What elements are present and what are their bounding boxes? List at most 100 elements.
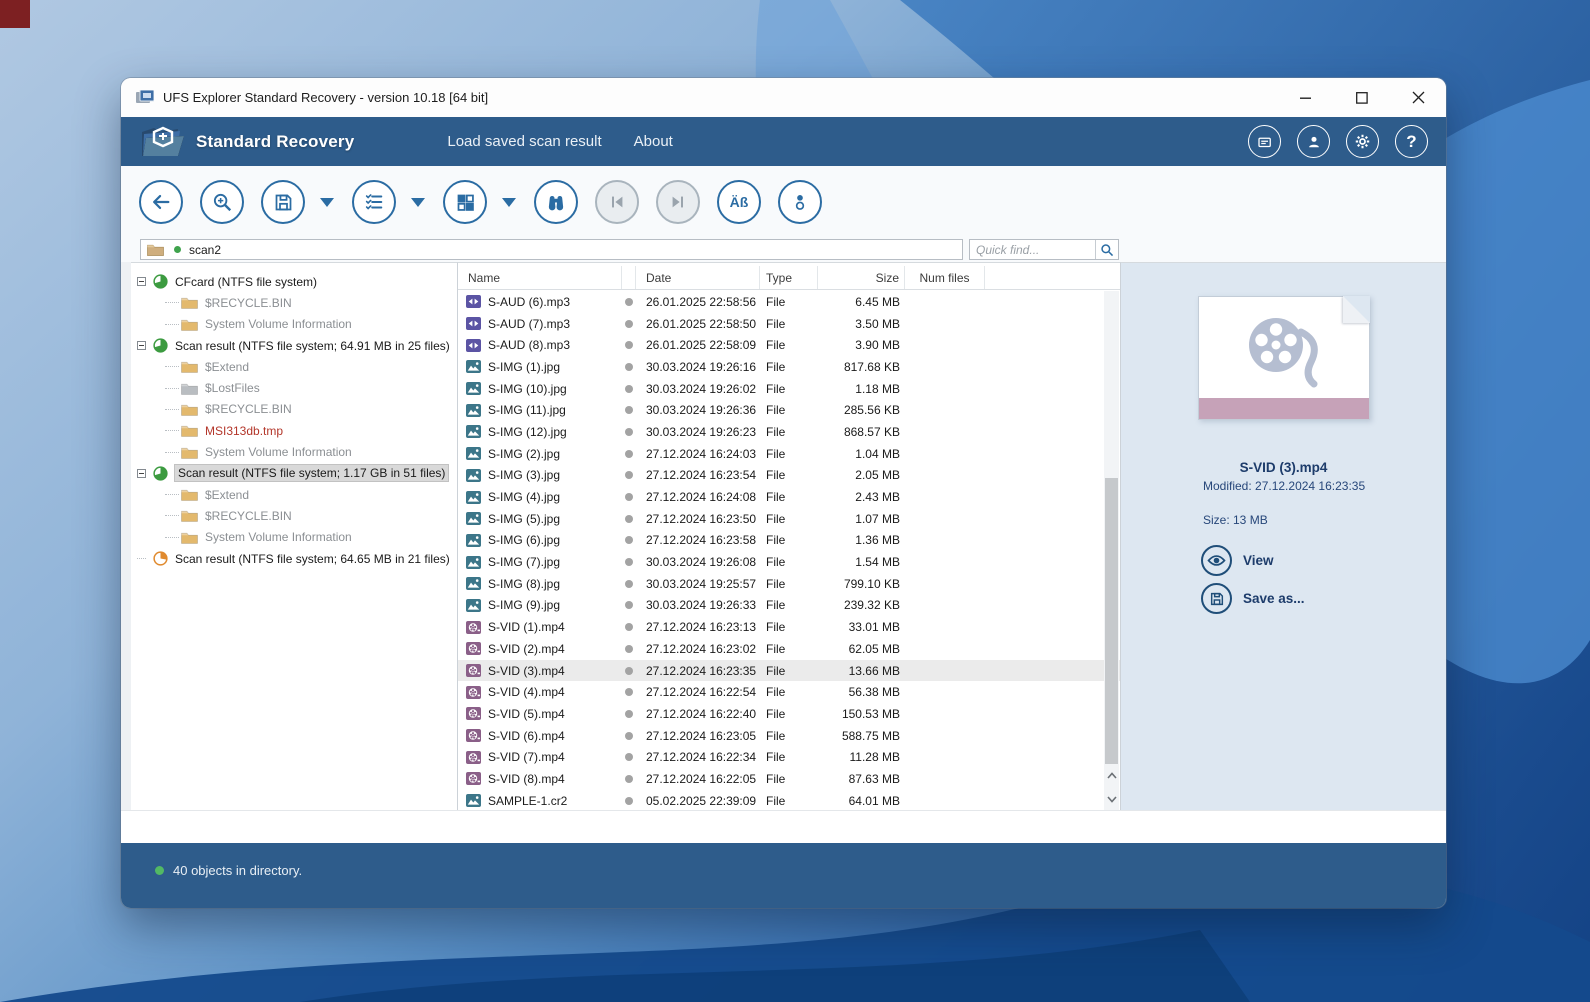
img-file-icon — [466, 598, 481, 612]
status-message: 40 objects in directory. — [155, 863, 302, 878]
table-row[interactable]: S-IMG (1).jpg 30.03.2024 19:26:16 File 817.… — [458, 356, 1120, 378]
tree-item[interactable]: $RECYCLE.BIN — [131, 505, 457, 526]
table-row[interactable]: S-AUD (7).mp3 26.01.2025 22:58:50 File 3.50… — [458, 313, 1120, 335]
column-header-status[interactable] — [622, 266, 636, 289]
menu-load-saved-scan-result[interactable]: Load saved scan result — [447, 133, 601, 150]
file-num-files — [905, 638, 985, 660]
help-icon[interactable]: ? — [1395, 125, 1428, 158]
tree-item[interactable]: CFcard (NTFS file system) — [131, 271, 457, 292]
quick-find-input[interactable] — [970, 242, 1095, 257]
find-button[interactable] — [534, 180, 578, 224]
table-row[interactable]: S-IMG (11).jpg 30.03.2024 19:26:36 File 285… — [458, 399, 1120, 421]
tree-item[interactable]: System Volume Information — [131, 441, 457, 462]
quick-find-search-button[interactable] — [1095, 240, 1118, 259]
magnifier-plus-icon — [213, 193, 232, 212]
table-row[interactable]: S-VID (5).mp4 27.12.2024 16:22:40 File 150.… — [458, 703, 1120, 725]
settings-gear-icon[interactable] — [1346, 125, 1379, 158]
view-action[interactable]: View — [1121, 545, 1446, 576]
tree-item[interactable]: Scan result (NTFS file system; 1.17 GB i… — [131, 463, 457, 484]
previous-button[interactable] — [595, 180, 639, 224]
file-type: File — [766, 598, 786, 613]
back-button[interactable] — [139, 180, 183, 224]
file-date: 27.12.2024 16:22:54 — [646, 685, 757, 700]
user-icon[interactable] — [1297, 125, 1330, 158]
table-row[interactable]: S-IMG (8).jpg 30.03.2024 19:25:57 File 799.… — [458, 573, 1120, 595]
table-row[interactable]: S-VID (4).mp4 27.12.2024 16:22:54 File 56.3… — [458, 681, 1120, 703]
vertical-scrollbar[interactable] — [1104, 291, 1119, 810]
view-options-dropdown-caret[interactable] — [411, 197, 425, 207]
table-row[interactable]: S-IMG (5).jpg 27.12.2024 16:23:50 File 1.07… — [458, 508, 1120, 530]
file-name: S-IMG (7).jpg — [488, 555, 561, 570]
main-area: CFcard (NTFS file system) $RECYCLE.BIN S… — [121, 262, 1446, 810]
path-bar[interactable]: scan2 — [140, 239, 963, 260]
tree-item[interactable]: $Extend — [131, 356, 457, 377]
minimize-button[interactable] — [1278, 78, 1334, 117]
save-button[interactable] — [261, 180, 305, 224]
column-header-name[interactable]: Name — [458, 266, 622, 289]
column-header-type[interactable]: Type — [760, 266, 818, 289]
table-row[interactable]: S-VID (6).mp4 27.12.2024 16:23:05 File 588.… — [458, 725, 1120, 747]
save-as-action[interactable]: Save as... — [1121, 583, 1446, 614]
column-header-num-files[interactable]: Num files — [905, 266, 985, 289]
tree-item-label: $RECYCLE.BIN — [205, 508, 292, 523]
table-row[interactable]: S-VID (7).mp4 27.12.2024 16:22:34 File 11.2… — [458, 746, 1120, 768]
table-row[interactable]: S-IMG (10).jpg 30.03.2024 19:26:02 File 1.1… — [458, 378, 1120, 400]
layout-button[interactable] — [443, 180, 487, 224]
maximize-button[interactable] — [1334, 78, 1390, 117]
file-name: S-IMG (5).jpg — [488, 511, 561, 526]
scrollbar-thumb[interactable] — [1105, 478, 1118, 770]
table-row[interactable]: S-IMG (3).jpg 27.12.2024 16:23:54 File 2.05… — [458, 465, 1120, 487]
scan-search-button[interactable] — [200, 180, 244, 224]
file-size: 1.54 MB — [855, 555, 900, 570]
table-row[interactable]: S-VID (8).mp4 27.12.2024 16:22:05 File 87.6… — [458, 768, 1120, 790]
file-num-files — [905, 399, 985, 421]
table-row[interactable]: S-IMG (12).jpg 30.03.2024 19:26:23 File 868… — [458, 421, 1120, 443]
tree-item[interactable]: Scan result (NTFS file system; 64.65 MB … — [131, 548, 457, 569]
save-as-label: Save as... — [1243, 591, 1305, 606]
table-row[interactable]: S-IMG (7).jpg 30.03.2024 19:26:08 File 1.54… — [458, 551, 1120, 573]
collapse-expander-icon[interactable] — [137, 277, 146, 287]
tree-item[interactable]: System Volume Information — [131, 527, 457, 548]
table-row[interactable]: S-IMG (2).jpg 27.12.2024 16:24:03 File 1.04… — [458, 443, 1120, 465]
tree-item[interactable]: $RECYCLE.BIN — [131, 292, 457, 313]
collapse-expander-icon[interactable] — [137, 341, 146, 351]
file-date: 26.01.2025 22:58:09 — [646, 338, 757, 353]
table-row[interactable]: SAMPLE-1.cr2 05.02.2025 22:39:09 File 64.01… — [458, 790, 1120, 810]
file-name: S-IMG (9).jpg — [488, 598, 561, 613]
table-row[interactable]: S-VID (3).mp4 27.12.2024 16:23:35 File 13.6… — [458, 659, 1120, 682]
tree-item[interactable]: $LostFiles — [131, 377, 457, 398]
file-date: 30.03.2024 19:26:02 — [646, 381, 757, 396]
next-button[interactable] — [656, 180, 700, 224]
table-row[interactable]: S-IMG (9).jpg 30.03.2024 19:26:33 File 239.… — [458, 595, 1120, 617]
pie-green-icon — [153, 274, 168, 289]
tree-item[interactable]: $Extend — [131, 484, 457, 505]
info-button[interactable] — [778, 180, 822, 224]
menu-about[interactable]: About — [634, 133, 673, 150]
encoding-button[interactable]: Äß — [717, 180, 761, 224]
save-dropdown-caret[interactable] — [320, 197, 334, 207]
table-row[interactable]: S-VID (1).mp4 27.12.2024 16:23:13 File 33.0… — [458, 616, 1120, 638]
table-row[interactable]: S-VID (2).mp4 27.12.2024 16:23:02 File 62.0… — [458, 638, 1120, 660]
close-button[interactable] — [1390, 78, 1446, 117]
view-options-button[interactable] — [352, 180, 396, 224]
tree-item[interactable]: System Volume Information — [131, 314, 457, 335]
table-row[interactable]: S-IMG (6).jpg 27.12.2024 16:23:58 File 1.36… — [458, 530, 1120, 552]
file-date: 27.12.2024 16:22:05 — [646, 771, 757, 786]
table-row[interactable]: S-AUD (8).mp3 26.01.2025 22:58:09 File 3.90… — [458, 334, 1120, 356]
pie-orange-icon — [153, 551, 168, 566]
tree-item[interactable]: Scan result (NTFS file system; 64.91 MB … — [131, 335, 457, 356]
file-type: File — [766, 576, 786, 591]
img-file-icon — [466, 382, 481, 396]
mp3-file-icon — [466, 338, 481, 352]
column-header-size[interactable]: Size — [818, 266, 905, 289]
collapse-expander-icon[interactable] — [137, 468, 146, 478]
table-row[interactable]: S-AUD (6).mp3 26.01.2025 22:58:56 File 6.45… — [458, 291, 1120, 313]
scroll-up-icon[interactable] — [1104, 764, 1119, 786]
layout-dropdown-caret[interactable] — [502, 197, 516, 207]
tree-item[interactable]: MSI313db.tmp — [131, 420, 457, 441]
tree-item[interactable]: $RECYCLE.BIN — [131, 399, 457, 420]
column-header-date[interactable]: Date — [636, 266, 760, 289]
license-card-icon[interactable] — [1248, 125, 1281, 158]
scroll-down-icon[interactable] — [1104, 788, 1119, 810]
table-row[interactable]: S-IMG (4).jpg 27.12.2024 16:24:08 File 2.43… — [458, 486, 1120, 508]
